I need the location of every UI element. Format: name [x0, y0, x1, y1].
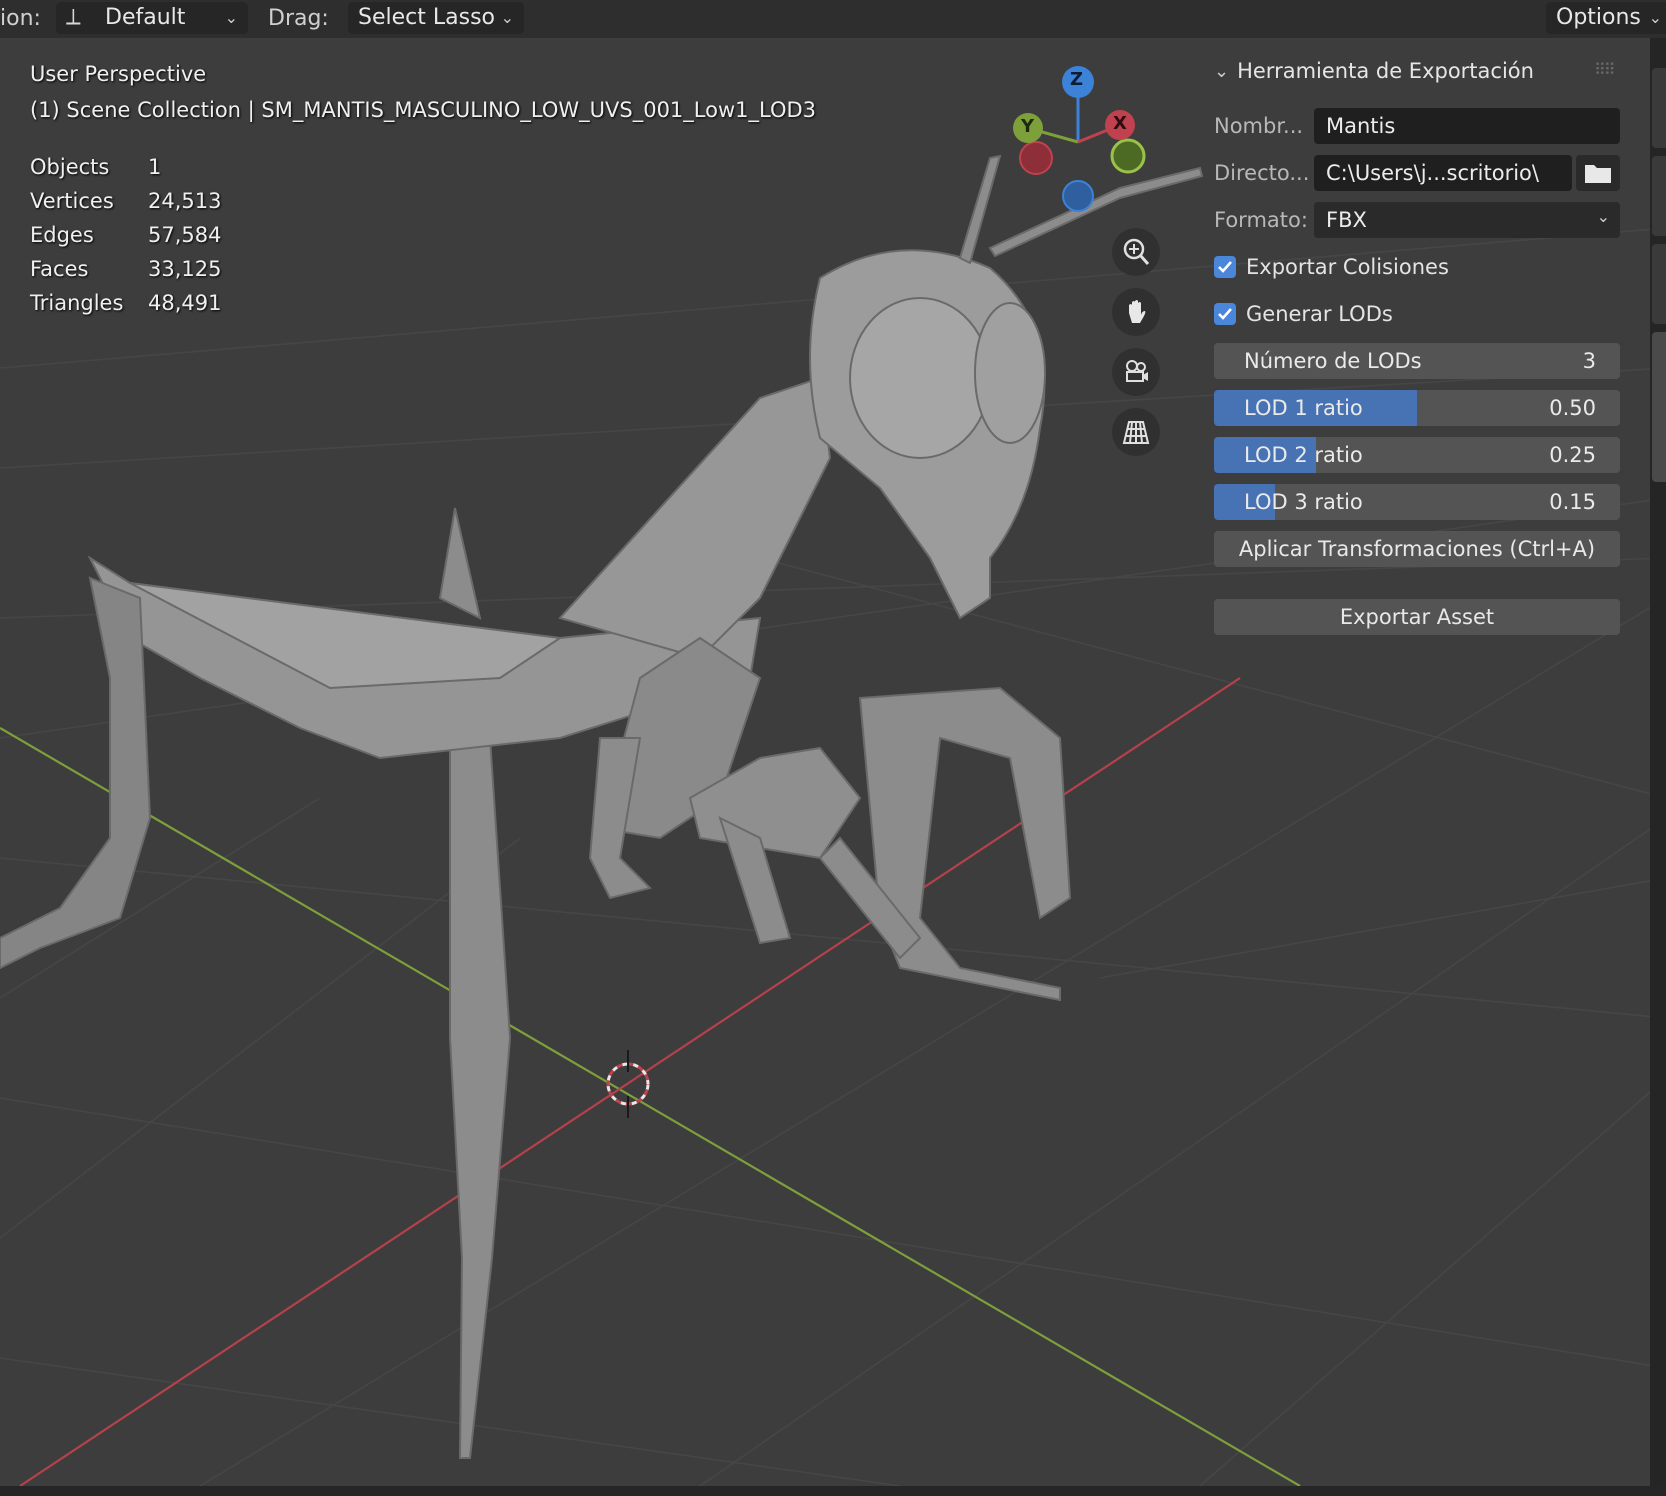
lod-3-ratio-slider[interactable]: LOD 3 ratio 0.15 — [1214, 484, 1620, 520]
camera-icon[interactable] — [1112, 348, 1160, 396]
directory-label: Directo... — [1214, 161, 1310, 185]
stat-label: Objects — [30, 155, 110, 179]
lod-3-label: LOD 3 ratio — [1244, 490, 1363, 514]
options-label: Options — [1556, 5, 1641, 30]
lod-2-label: LOD 2 ratio — [1244, 443, 1363, 467]
viewport-header: ion: ⟂ Default ⌄ Drag: Select Lasso ⌄ Op… — [0, 0, 1666, 38]
lod-count-field[interactable]: Número de LODs 3 — [1214, 343, 1620, 379]
name-field[interactable]: Mantis — [1314, 108, 1620, 144]
gizmo-y-label[interactable]: Y — [1021, 116, 1034, 137]
export-collisions-checkbox[interactable]: Exportar Colisiones — [1214, 251, 1449, 283]
directory-field[interactable]: C:\Users\j...scritorio\ — [1314, 155, 1572, 191]
chevron-down-icon: ⌄ — [500, 8, 514, 27]
lod-count-value: 3 — [1582, 349, 1596, 373]
stat-value: 33,125 — [148, 257, 222, 281]
lod-2-value: 0.25 — [1549, 443, 1596, 467]
chevron-down-icon: ⌄ — [1214, 60, 1230, 82]
sidebar-tab-tool[interactable] — [1652, 156, 1666, 236]
drag-dropdown[interactable]: Select Lasso ⌄ — [348, 2, 524, 34]
sidebar-tab-view[interactable] — [1652, 244, 1666, 324]
lod-1-ratio-slider[interactable]: LOD 1 ratio 0.50 — [1214, 390, 1620, 426]
chevron-down-icon: ⌄ — [1648, 8, 1662, 27]
stat-value: 1 — [148, 155, 162, 179]
sidebar-tab-export[interactable] — [1652, 332, 1666, 482]
generate-lods-label: Generar LODs — [1246, 302, 1393, 326]
gizmo-z-label[interactable]: Z — [1070, 69, 1083, 90]
view-name: User Perspective — [30, 62, 207, 86]
chevron-down-icon: ⌄ — [224, 8, 238, 27]
chevron-down-icon: ⌄ — [1596, 207, 1610, 226]
panel-title: Herramienta de Exportación — [1237, 59, 1534, 83]
stat-label: Vertices — [30, 189, 114, 213]
lod-2-ratio-slider[interactable]: LOD 2 ratio 0.25 — [1214, 437, 1620, 473]
name-label: Nombr... — [1214, 114, 1304, 138]
3d-viewport[interactable]: Z Y X User Perspective (1) Scene Collect… — [0, 38, 1666, 1486]
folder-icon — [1585, 165, 1611, 183]
stat-label: Edges — [30, 223, 94, 247]
drag-label: Drag: — [268, 6, 329, 31]
options-dropdown[interactable]: Options ⌄ — [1546, 2, 1666, 34]
zoom-icon[interactable] — [1112, 228, 1160, 276]
stat-value: 57,584 — [148, 223, 222, 247]
bottom-border — [0, 1486, 1666, 1496]
drag-handle-icon[interactable]: ⠿⠿ — [1594, 60, 1615, 79]
drag-value: Select Lasso — [358, 5, 495, 30]
export-collisions-label: Exportar Colisiones — [1246, 255, 1449, 279]
y-axis-line — [0, 727, 1301, 1486]
folder-browse-button[interactable] — [1576, 155, 1620, 191]
gizmo-x-label[interactable]: X — [1113, 113, 1127, 134]
format-value: FBX — [1326, 208, 1367, 232]
orientation-value: Default — [105, 5, 186, 30]
lod-3-value: 0.15 — [1549, 490, 1596, 514]
sidebar-tab-item[interactable] — [1652, 68, 1666, 148]
export-asset-button[interactable]: Exportar Asset — [1214, 599, 1620, 635]
lod-1-label: LOD 1 ratio — [1244, 396, 1363, 420]
lod-1-value: 0.50 — [1549, 396, 1596, 420]
transform-orientation-icon: ⟂ — [66, 5, 81, 30]
format-dropdown[interactable]: FBX ⌄ — [1314, 202, 1620, 238]
collection-line: (1) Scene Collection | SM_MANTIS_MASCULI… — [30, 98, 817, 122]
generate-lods-checkbox[interactable]: Generar LODs — [1214, 298, 1393, 330]
export-tool-panel: ⌄ Herramienta de Exportación ⠿⠿ Nombr...… — [1202, 38, 1636, 678]
perspective-grid-icon[interactable] — [1112, 408, 1160, 456]
stat-label: Faces — [30, 257, 89, 281]
lod-count-label: Número de LODs — [1244, 349, 1422, 373]
orientation-label: ion: — [0, 6, 41, 31]
stat-value: 48,491 — [148, 291, 222, 315]
pan-hand-icon[interactable] — [1112, 288, 1160, 336]
checkmark-icon — [1214, 303, 1236, 325]
stat-value: 24,513 — [148, 189, 222, 213]
stat-label: Triangles — [30, 291, 124, 315]
sidebar-tabs — [1650, 38, 1666, 1486]
checkmark-icon — [1214, 256, 1236, 278]
orientation-dropdown[interactable]: ⟂ Default ⌄ — [56, 2, 248, 34]
format-label: Formato: — [1214, 208, 1308, 232]
panel-header[interactable]: ⌄ Herramienta de Exportación — [1214, 56, 1534, 86]
apply-transforms-button[interactable]: Aplicar Transformaciones (Ctrl+A) — [1214, 531, 1620, 567]
